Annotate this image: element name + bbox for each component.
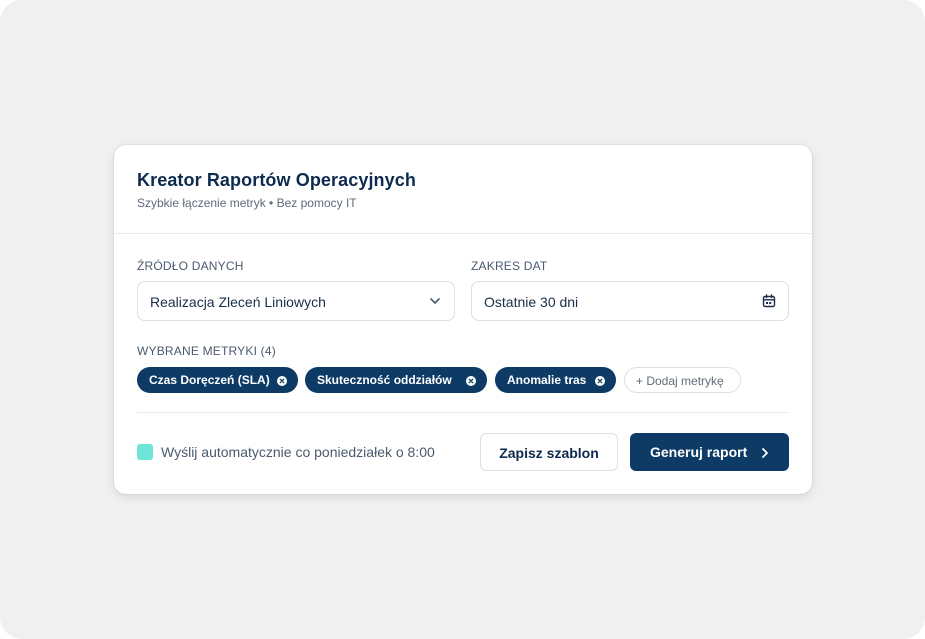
page-title: Kreator Raportów Operacyjnych xyxy=(137,170,416,190)
metric-chip-label: Czas Doręczeń (SLA) xyxy=(149,373,270,387)
chevron-right-icon xyxy=(761,446,769,458)
add-metric-button[interactable]: + Dodaj metrykę xyxy=(624,367,741,393)
auto-send-checkbox[interactable] xyxy=(137,444,153,460)
page-background: Kreator Raportów Operacyjnych Szybkie łą… xyxy=(0,0,925,639)
auto-send-label[interactable]: Wyślij automatycznie co poniedziałek o 8… xyxy=(161,444,435,460)
metric-chip[interactable]: Skuteczność oddziałów xyxy=(305,367,487,393)
card-header: Kreator Raportów Operacyjnych Szybkie łą… xyxy=(114,145,812,234)
page-subtitle: Szybkie łączenie metryk • Bez pomocy IT xyxy=(137,196,357,210)
remove-chip-icon[interactable] xyxy=(595,375,605,386)
divider xyxy=(137,412,789,413)
metric-chip[interactable]: Anomalie tras xyxy=(495,367,616,393)
generate-report-label: Generuj raport xyxy=(650,444,748,460)
source-select[interactable]: Realizacja Zleceń Liniowych xyxy=(137,281,455,321)
generate-report-button[interactable]: Generuj raport xyxy=(630,433,789,471)
report-builder-card: Kreator Raportów Operacyjnych Szybkie łą… xyxy=(114,145,812,494)
save-template-label: Zapisz szablon xyxy=(499,445,599,461)
source-select-value: Realizacja Zleceń Liniowych xyxy=(150,294,326,310)
date-range-picker[interactable]: Ostatnie 30 dni xyxy=(471,281,789,321)
calendar-icon[interactable] xyxy=(762,294,776,308)
save-template-button[interactable]: Zapisz szablon xyxy=(480,433,618,471)
source-label: ŹRÓDŁO DANYCH xyxy=(137,259,244,273)
date-range-value: Ostatnie 30 dni xyxy=(484,294,579,310)
metric-chip[interactable]: Czas Doręczeń (SLA) xyxy=(137,367,298,393)
metrics-label: WYBRANE METRYKI (4) xyxy=(137,344,276,358)
remove-chip-icon[interactable] xyxy=(466,375,476,386)
chevron-down-icon xyxy=(428,294,442,308)
remove-chip-icon[interactable] xyxy=(277,375,287,386)
date-range-label: ZAKRES DAT xyxy=(471,259,548,273)
metric-chip-label: Skuteczność oddziałów xyxy=(317,373,452,387)
add-metric-label: + Dodaj metrykę xyxy=(636,374,724,388)
metric-chip-label: Anomalie tras xyxy=(507,373,587,387)
